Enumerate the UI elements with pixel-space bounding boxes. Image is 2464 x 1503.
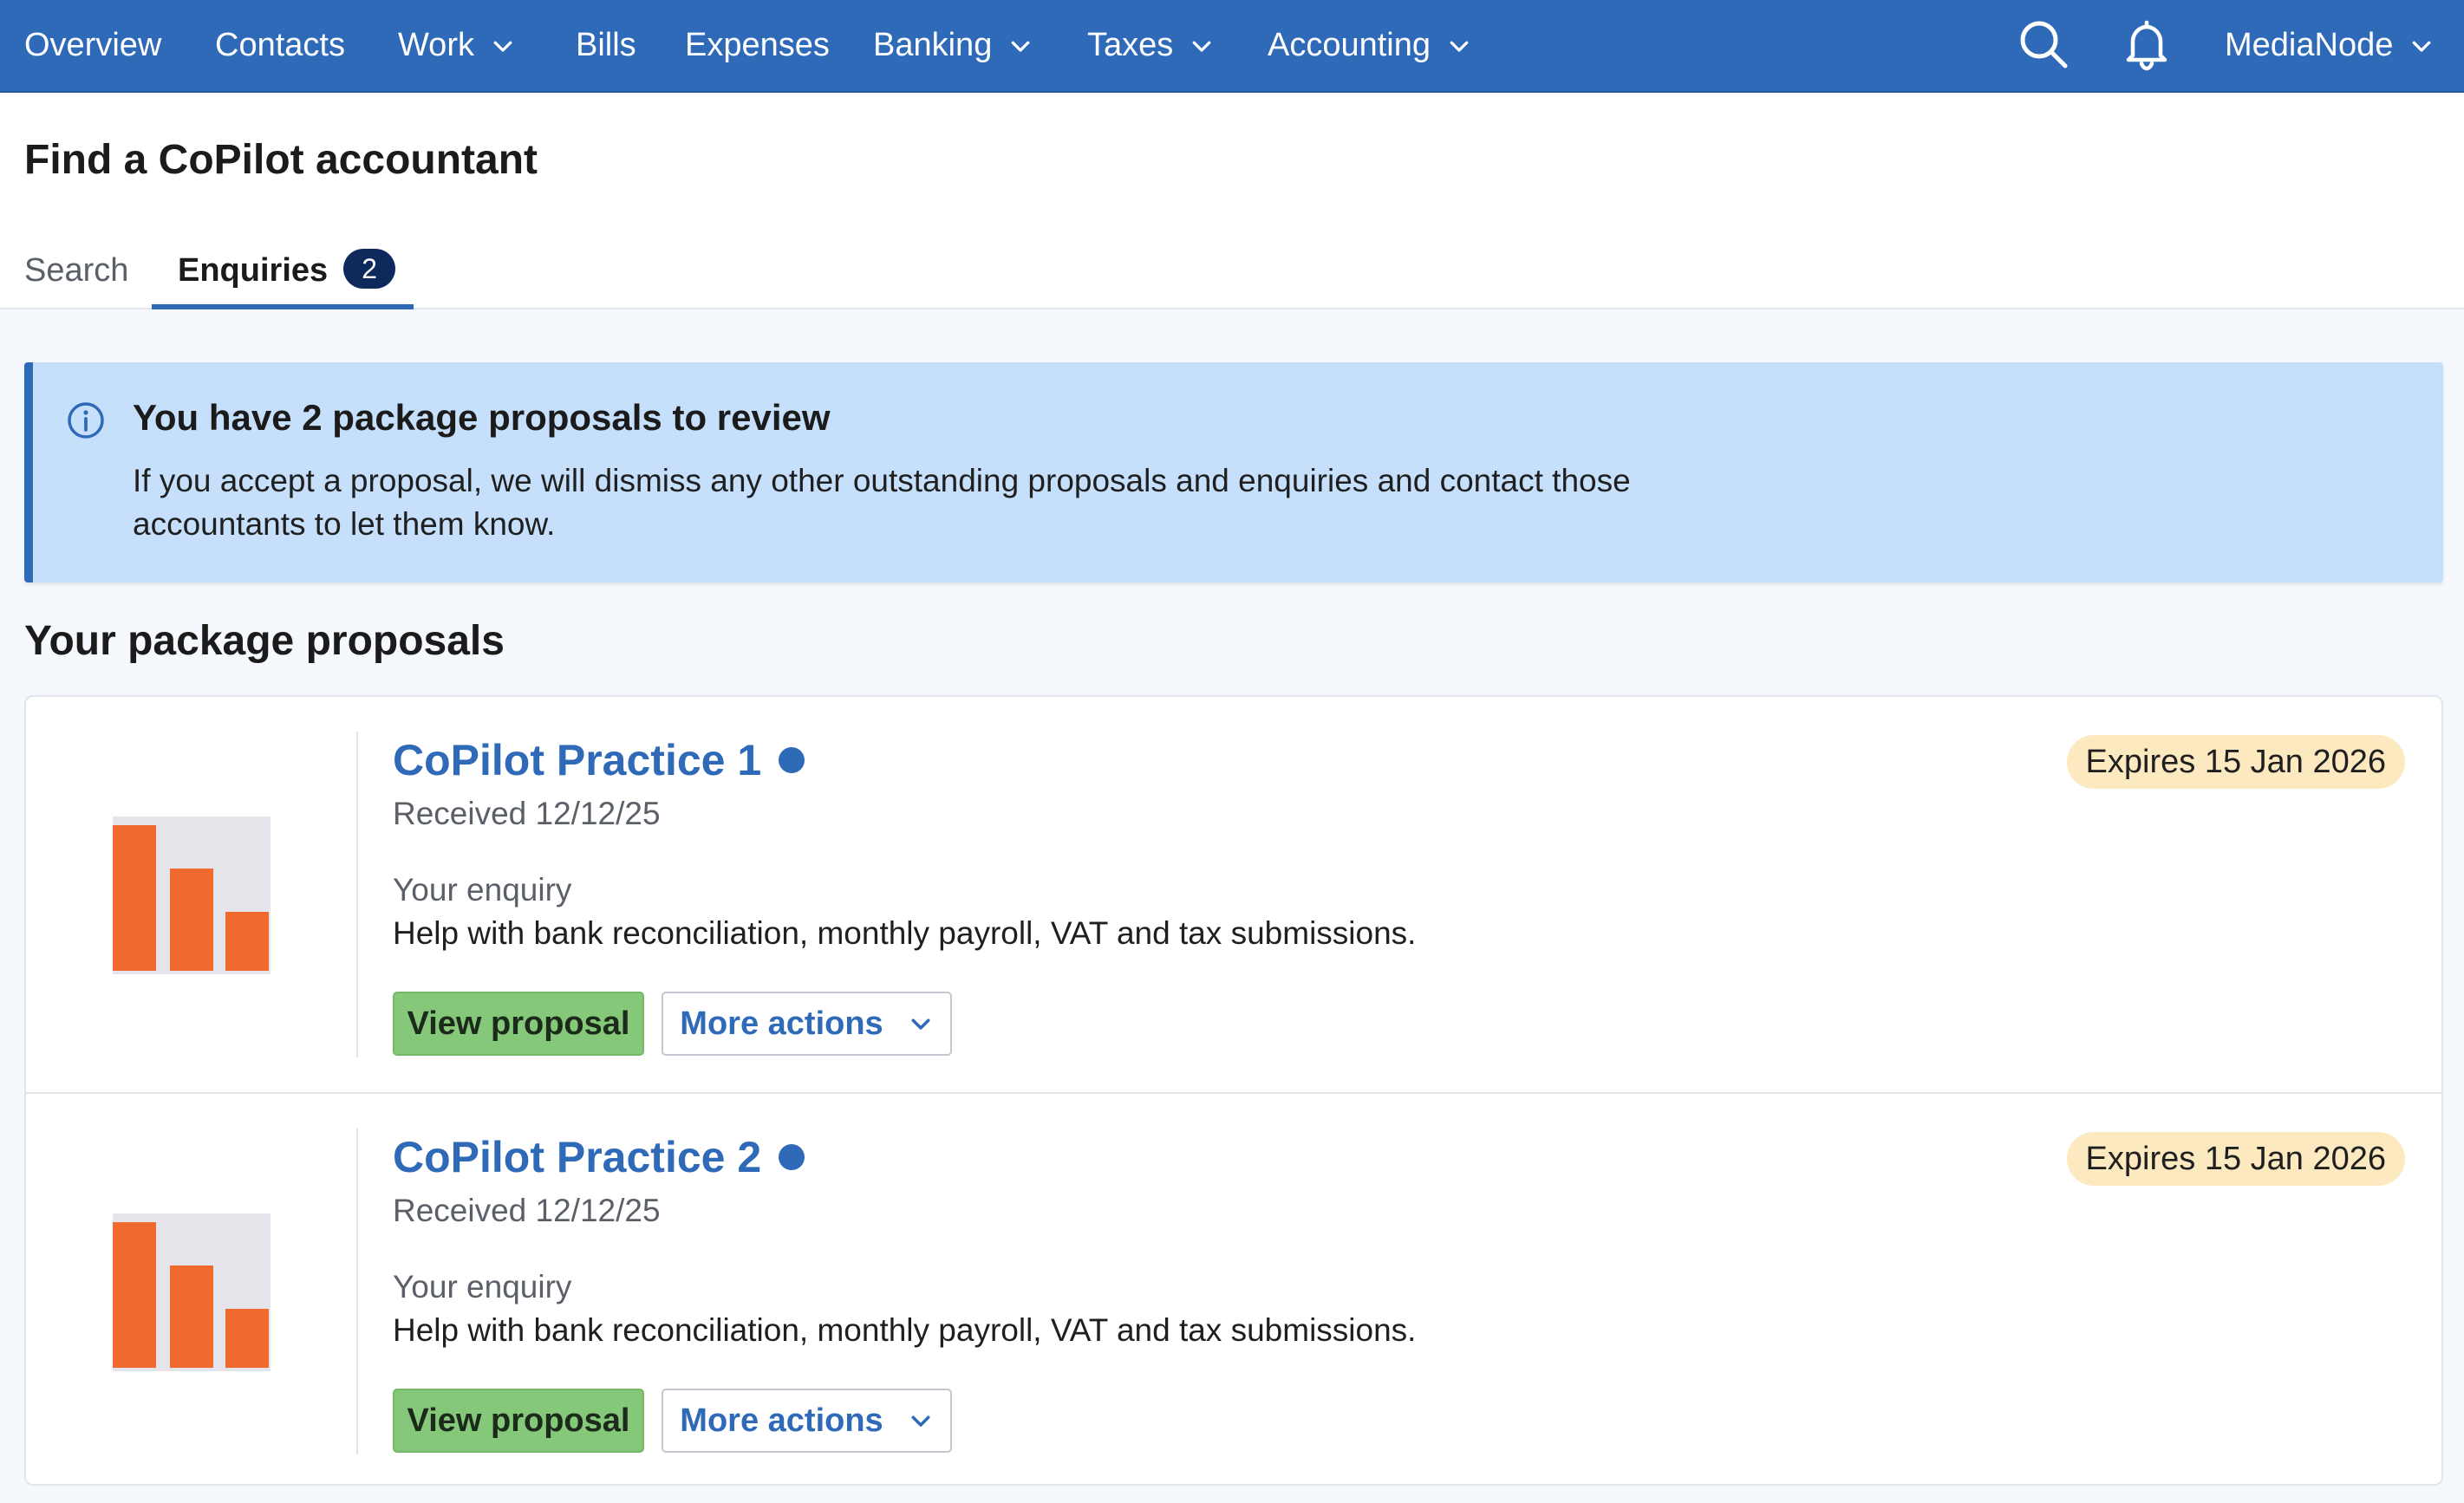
enquiry-label: Your enquiry [393,872,572,908]
page-title: Find a CoPilot accountant [24,137,538,183]
nav-item-expenses[interactable]: Expenses [685,0,830,91]
practice-name-link[interactable]: CoPilot Practice 1 [393,735,805,785]
account-name: MediaNode [2225,27,2394,63]
tab-label: Enquiries [178,252,329,289]
tab-search[interactable]: Search [24,231,128,309]
nav-item-taxes[interactable]: Taxes [1087,0,1215,91]
button-label: More actions [680,1005,883,1042]
nav-item-label: Accounting [1268,27,1431,63]
expires-badge: Expires 15 Jan 2026 [2066,735,2405,789]
chevron-down-icon [908,1011,934,1037]
nav-item-bills[interactable]: Bills [576,0,636,91]
more-actions-button[interactable]: More actions [662,1389,952,1453]
nav-item-label: Taxes [1087,27,1174,63]
bar-chart-logo [113,1213,271,1371]
nav-item-label: Contacts [215,27,345,63]
nav-item-label: Overview [24,27,162,63]
divider [356,732,358,1057]
tab-label: Search [24,252,129,289]
section-title: Your package proposals [24,618,505,664]
bell-icon[interactable] [2118,16,2175,73]
enquiries-count-badge: 2 [343,249,396,289]
account-menu[interactable]: MediaNode [2225,0,2435,91]
chevron-down-icon [1446,33,1472,59]
chevron-down-icon [2409,33,2435,59]
practice-name: CoPilot Practice 2 [393,1133,762,1181]
divider [356,1129,358,1454]
button-label: More actions [680,1402,883,1439]
tab-enquiries[interactable]: Enquiries 2 [152,231,414,309]
received-date: Received 12/12/25 [393,796,661,831]
chevron-down-icon [908,1408,934,1434]
nav-item-accounting[interactable]: Accounting [1268,0,1472,91]
more-actions-button[interactable]: More actions [662,992,952,1056]
banner-title: You have 2 package proposals to review [133,397,831,438]
received-date: Received 12/12/25 [393,1193,661,1228]
button-label: View proposal [407,1005,630,1042]
enquiry-text: Help with bank reconciliation, monthly p… [393,915,1417,951]
proposal-card: CoPilot Practice 1 Received 12/12/25 Exp… [26,697,2441,1092]
nav-item-label: Expenses [685,27,830,63]
chevron-down-icon [1189,33,1215,59]
nav-item-overview[interactable]: Overview [24,0,161,91]
unread-indicator [779,747,805,773]
chevron-down-icon [1007,33,1033,59]
practice-name: CoPilot Practice 1 [393,736,762,784]
page-header: Find a CoPilot accountant Search Enquiri… [0,93,2464,309]
search-icon[interactable] [2015,16,2072,73]
enquiry-text: Help with bank reconciliation, monthly p… [393,1312,1417,1348]
nav-item-label: Work [398,27,474,63]
proposal-card: CoPilot Practice 2 Received 12/12/25 Exp… [26,1092,2441,1484]
banner-body: If you accept a proposal, we will dismis… [133,463,1631,542]
chevron-down-icon [490,33,516,59]
nav-item-label: Banking [873,27,993,63]
view-proposal-button[interactable]: View proposal [393,992,644,1056]
expires-badge: Expires 15 Jan 2026 [2066,1132,2405,1186]
top-navigation-bar: Overview Contacts Work Bills Expenses Ba… [0,0,2464,93]
enquiry-label: Your enquiry [393,1269,572,1305]
view-proposal-button[interactable]: View proposal [393,1389,644,1453]
practice-name-link[interactable]: CoPilot Practice 2 [393,1132,805,1182]
nav-item-label: Bills [576,27,636,63]
nav-item-contacts[interactable]: Contacts [215,0,345,91]
info-banner: You have 2 package proposals to review I… [24,362,2443,582]
bar-chart-logo [113,817,271,974]
button-label: View proposal [407,1402,630,1439]
proposals-list: CoPilot Practice 1 Received 12/12/25 Exp… [24,695,2443,1486]
unread-indicator [779,1144,805,1170]
nav-item-work[interactable]: Work [398,0,516,91]
info-icon [66,400,106,440]
nav-item-banking[interactable]: Banking [873,0,1033,91]
